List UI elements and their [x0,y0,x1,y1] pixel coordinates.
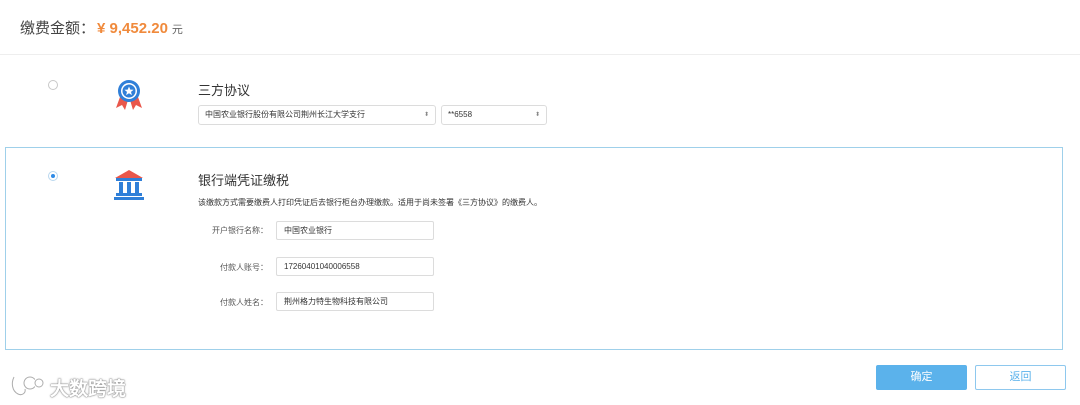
option-bank-voucher-title: 银行端凭证缴税 [198,173,290,188]
option-bank-voucher-panel [5,147,1063,350]
radio-tripartite[interactable] [48,80,58,90]
payer-name-label: 付款人姓名： [220,298,268,307]
payment-amount-value: ¥ 9,452.20 [97,20,168,37]
bank-name-value: 中国农业银行 [284,226,332,235]
tripartite-account-select[interactable]: **6558 ⬍ [441,105,547,125]
bank-building-icon [113,168,145,201]
currency-symbol: ¥ [97,20,106,37]
tripartite-bank-select[interactable]: 中国农业银行股份有限公司荆州长江大学支行 ⬍ [198,105,436,125]
watermark-text: 大数跨境 [50,379,127,400]
select-arrows-icon: ⬍ [423,112,429,118]
payment-amount-label: 缴费金额： [20,20,96,37]
watermark-logo-icon [10,373,45,402]
payment-amount-line: 缴费金额： ¥ 9,452.20 元 [20,17,183,38]
tripartite-bank-select-value: 中国农业银行股份有限公司荆州长江大学支行 [205,110,365,119]
payment-amount-unit: 元 [171,24,183,36]
payer-account-input[interactable]: 17260401040006558 [276,257,434,276]
bank-name-input[interactable]: 中国农业银行 [276,221,434,240]
option-tripartite-title: 三方协议 [198,83,251,98]
payment-header: 缴费金额： ¥ 9,452.20 元 [0,0,1080,55]
bank-name-label: 开户银行名称： [212,226,268,235]
payer-account-label: 付款人账号： [220,263,268,272]
select-arrows-icon: ⬍ [534,112,540,118]
back-button[interactable]: 返回 [975,365,1066,390]
option-bank-voucher-description: 该缴款方式需要缴费人打印凭证后去银行柜台办理缴款。适用于尚未签署《三方协议》的缴… [198,198,542,207]
tripartite-account-select-value: **6558 [448,110,473,119]
confirm-button[interactable]: 确定 [876,365,967,390]
payer-name-input[interactable]: 荆州格力特生物科技有限公司 [276,292,434,311]
payer-name-value: 荆州格力特生物科技有限公司 [284,297,388,306]
payer-account-value: 17260401040006558 [284,262,360,271]
award-ribbon-icon [113,77,145,111]
radio-bank-voucher[interactable] [48,171,58,181]
amount-number: 9,452.20 [109,20,168,37]
